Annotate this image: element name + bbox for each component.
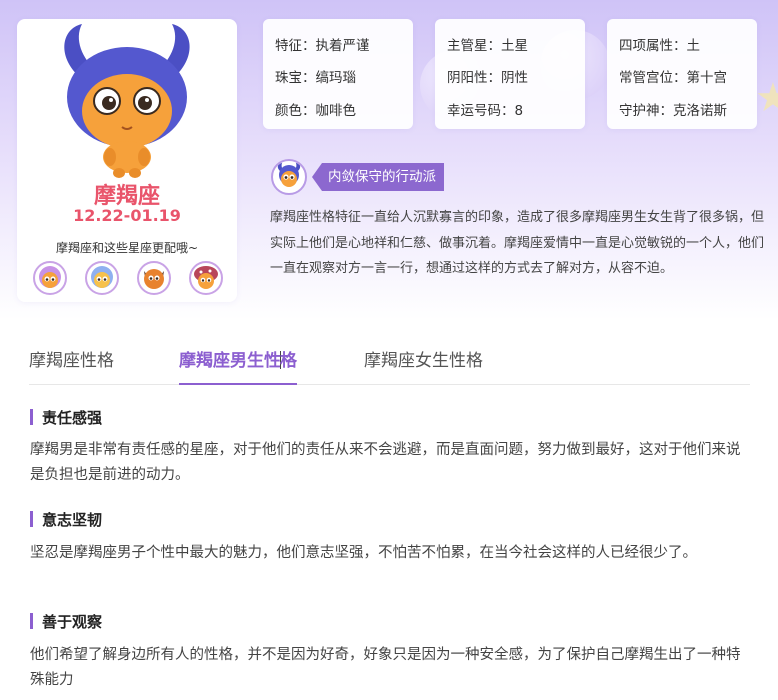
match-sign-list [33, 261, 223, 299]
match-caption: 摩羯座和这些星座更配哦~ [55, 241, 199, 255]
attribute-card: 主管星：土星 阴阳性：阴性 幸运号码：8 [435, 19, 585, 129]
tab-sign-personality[interactable]: 摩羯座性格 [29, 346, 114, 384]
section-title: 意志坚韧 [30, 509, 102, 530]
libra-mascot-icon[interactable] [33, 261, 67, 295]
attribute-value: 土 [686, 38, 701, 54]
attribute-value: 克洛诺斯 [673, 103, 727, 119]
attribute-value: 阴性 [501, 70, 528, 86]
attribute-value: 8 [514, 103, 524, 119]
attribute-label: 主管星： [447, 38, 501, 54]
sign-date-range: 12.22-01.19 [73, 206, 181, 225]
attribute-label: 珠宝： [275, 70, 316, 86]
attribute-row: 特征：执着严谨 [275, 34, 370, 54]
attribute-label: 特征： [275, 38, 316, 54]
capricorn-mascot-icon [64, 24, 190, 178]
attribute-label: 常管宫位： [619, 70, 687, 86]
attribute-row: 主管星：土星 [447, 34, 528, 54]
attribute-value: 咖啡色 [315, 103, 357, 119]
attribute-card: 特征：执着严谨 珠宝：缟玛瑙 颜色：咖啡色 [263, 19, 413, 129]
attribute-label: 幸运号码： [447, 103, 515, 119]
attribute-row: 珠宝：缟玛瑙 [275, 66, 356, 86]
attribute-value: 第十宫 [686, 70, 728, 86]
aquarius-mascot-icon[interactable] [85, 261, 119, 295]
attribute-row: 守护神：克洛诺斯 [619, 99, 727, 119]
tab-female-personality[interactable]: 摩羯座女生性格 [364, 346, 483, 384]
attribute-row: 常管宫位：第十宫 [619, 66, 727, 86]
attribute-value: 执着严谨 [315, 38, 370, 54]
decorative-star-icon: ★ [755, 75, 778, 121]
taurus-mascot-icon[interactable] [137, 261, 171, 295]
personality-tag: 内敛保守的行动派 [312, 163, 444, 191]
attribute-value: 土星 [501, 38, 528, 54]
section-body: 他们希望了解身边所有人的性格，并不是因为好奇，好象只是因为一种安全感，为了保护自… [30, 647, 741, 688]
tab-label-part: 格 [280, 351, 297, 371]
zodiac-profile-card: 摩羯座 12.22-01.19 摩羯座和这些星座更配哦~ [17, 19, 237, 302]
tab-male-personality[interactable]: 摩羯座男生性格 [179, 346, 297, 385]
attribute-label: 守护神： [619, 103, 673, 119]
attribute-row: 阴阳性：阴性 [447, 66, 528, 86]
attribute-row: 颜色：咖啡色 [275, 99, 356, 119]
attribute-row: 四项属性：土 [619, 34, 700, 54]
section-body: 坚忍是摩羯座男子个性中最大的魅力，他们意志坚强，不怕苦不怕累，在当今社会这样的人… [30, 545, 697, 561]
sign-introduction: 摩羯座性格特征一直给人沉默寡言的印象，造成了很多摩羯座男生女生背了很多锅，但实际… [270, 210, 765, 276]
virgo-mascot-icon[interactable] [189, 261, 223, 295]
tab-label-part: 摩羯座男生性 [179, 351, 281, 371]
attribute-card: 四项属性：土 常管宫位：第十宫 守护神：克洛诺斯 [607, 19, 757, 129]
attribute-value: 缟玛瑙 [315, 70, 357, 86]
section-body: 摩羯男是非常有责任感的星座，对于他们的责任从来不会逃避，而是直面问题，努力做到最… [30, 442, 741, 483]
section-title: 责任感强 [30, 407, 102, 428]
section-title: 善于观察 [30, 611, 102, 632]
attribute-row: 幸运号码：8 [447, 99, 523, 119]
attribute-label: 颜色： [275, 103, 316, 119]
personality-tab-bar: 摩羯座性格 摩羯座男生性格 摩羯座女生性格 [29, 343, 750, 385]
attribute-label: 阴阳性： [447, 70, 501, 86]
attribute-label: 四项属性： [619, 38, 687, 54]
capricorn-avatar-icon [271, 159, 307, 195]
